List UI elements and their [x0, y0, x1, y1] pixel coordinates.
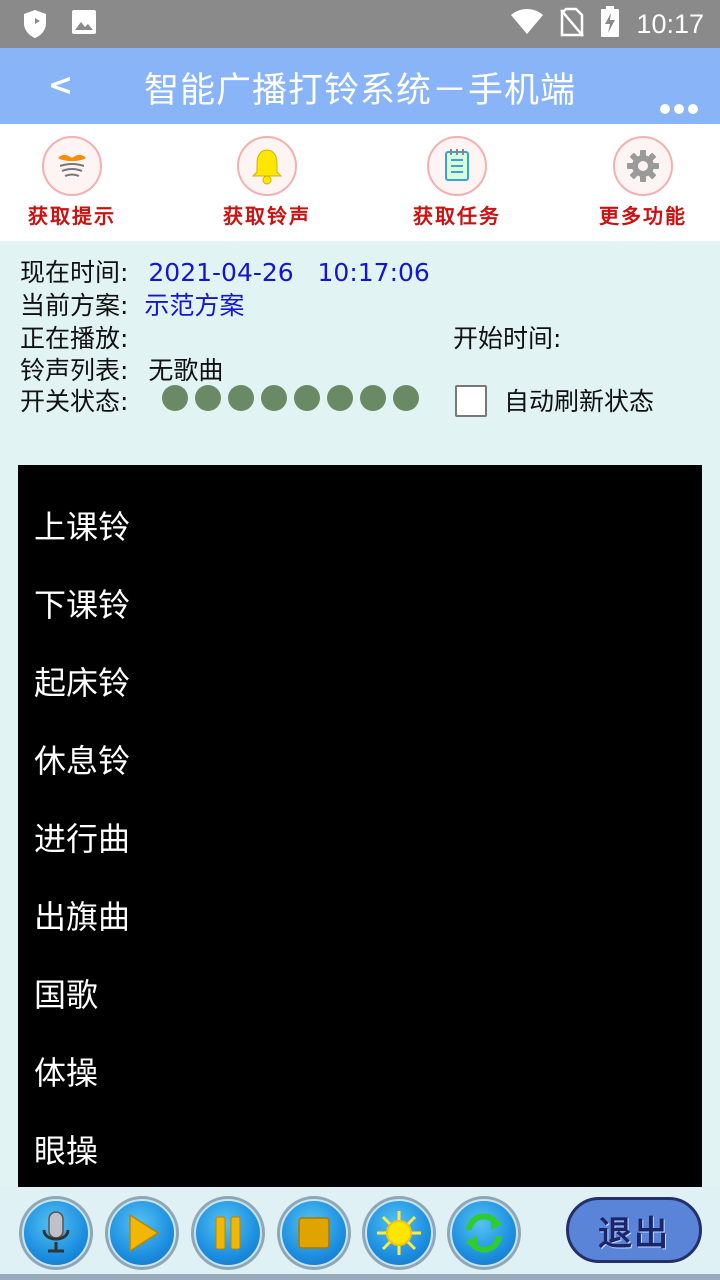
refresh-icon — [450, 1199, 518, 1267]
get-tips-label: 获取提示 — [28, 204, 116, 228]
notepad-icon — [427, 136, 487, 196]
title-bar: < 智能广播打铃系统－手机端 — [0, 48, 720, 124]
switch-status-label: 开关状态: — [20, 387, 129, 416]
more-dots-icon[interactable] — [660, 104, 698, 114]
switch-indicator — [393, 385, 419, 411]
gear-icon — [613, 136, 673, 196]
ringtone-list-label: 铃声列表: — [20, 356, 129, 385]
list-item[interactable]: 上课铃 — [34, 507, 130, 547]
switch-indicator — [360, 385, 386, 411]
control-bar: 退出 — [0, 1187, 720, 1280]
exit-button[interactable]: 退出 — [566, 1197, 702, 1263]
pause-icon — [194, 1199, 262, 1267]
list-item[interactable]: 休息铃 — [34, 741, 130, 781]
switch-indicator — [327, 385, 353, 411]
stop-icon — [280, 1199, 348, 1267]
microphone-icon — [22, 1199, 90, 1267]
microphone-button[interactable] — [19, 1196, 93, 1270]
sun-button[interactable] — [362, 1196, 436, 1270]
wifi-icon — [510, 8, 544, 40]
more-functions-label: 更多功能 — [599, 204, 687, 228]
play-icon — [108, 1199, 176, 1267]
list-item[interactable]: 出旗曲 — [34, 897, 130, 937]
switch-indicator — [261, 385, 287, 411]
exit-label: 退出 — [598, 1213, 670, 1254]
pause-button[interactable] — [191, 1196, 265, 1270]
more-functions-button[interactable]: 更多功能 — [578, 136, 708, 229]
current-plan-value: 示范方案 — [144, 291, 245, 320]
sun-icon — [365, 1199, 433, 1267]
no-sim-icon — [560, 7, 585, 41]
switch-indicator — [195, 385, 221, 411]
switch-status-indicators — [162, 385, 419, 411]
switch-indicator — [162, 385, 188, 411]
list-item[interactable]: 眼操 — [34, 1131, 98, 1171]
bell-icon — [237, 136, 297, 196]
lips-sound-icon — [42, 136, 102, 196]
get-tips-button[interactable]: 获取提示 — [7, 136, 137, 229]
refresh-button[interactable] — [447, 1196, 521, 1270]
auto-refresh-checkbox[interactable] — [455, 385, 487, 417]
list-item[interactable]: 体操 — [34, 1053, 98, 1093]
current-time-value: 2021-04-26 10:17:06 — [148, 258, 430, 287]
current-plan-label: 当前方案: — [20, 291, 129, 320]
switch-indicator — [228, 385, 254, 411]
get-tasks-button[interactable]: 获取任务 — [392, 136, 522, 229]
page-title: 智能广播打铃系统－手机端 — [143, 71, 576, 111]
current-time-label: 现在时间: — [20, 258, 129, 287]
battery-charging-icon — [600, 6, 620, 42]
switch-indicator — [294, 385, 320, 411]
song-list[interactable]: 上课铃 下课铃 起床铃 休息铃 进行曲 出旗曲 国歌 体操 眼操 — [18, 465, 702, 1187]
stop-button[interactable] — [277, 1196, 351, 1270]
bottom-edge — [0, 1274, 720, 1280]
start-time-label: 开始时间: — [453, 324, 562, 353]
now-playing-label: 正在播放: — [20, 324, 129, 353]
auto-refresh-label[interactable]: 自动刷新状态 — [504, 387, 654, 416]
get-ringtones-label: 获取铃声 — [223, 204, 311, 228]
status-bar: 10:17 — [0, 0, 720, 48]
list-item[interactable]: 进行曲 — [34, 819, 130, 859]
status-time: 10:17 — [636, 8, 704, 39]
image-icon — [70, 8, 98, 44]
list-item[interactable]: 起床铃 — [34, 663, 130, 703]
list-item[interactable]: 下课铃 — [34, 585, 130, 625]
ringtone-list-value: 无歌曲 — [148, 356, 224, 385]
play-button[interactable] — [105, 1196, 179, 1270]
toolbar: 获取提示 获取铃声 获取任务 更多功能 — [0, 124, 720, 241]
get-tasks-label: 获取任务 — [413, 204, 501, 228]
get-ringtones-button[interactable]: 获取铃声 — [202, 136, 332, 229]
list-item[interactable]: 国歌 — [34, 975, 98, 1015]
shield-icon — [22, 8, 48, 44]
